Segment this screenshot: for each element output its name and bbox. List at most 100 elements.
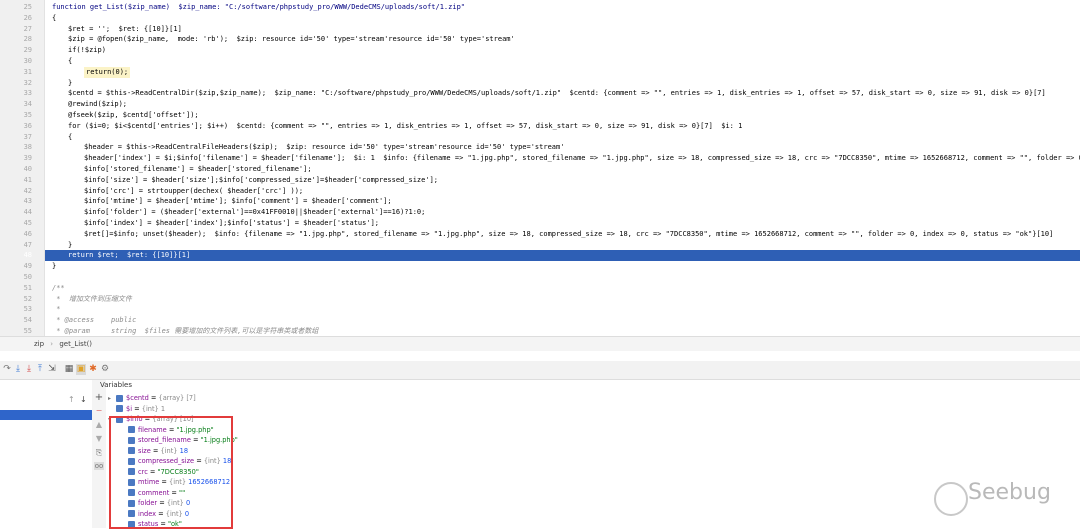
line-number[interactable]: 25 — [0, 2, 32, 13]
code-line[interactable]: { — [68, 56, 72, 67]
line-number[interactable]: 26 — [0, 13, 32, 24]
equals-sign: = — [148, 394, 159, 402]
line-number[interactable]: 51 — [0, 283, 32, 294]
selected-frame[interactable] — [0, 410, 92, 420]
code-line[interactable]: { — [68, 132, 72, 143]
mute-breakpoints-icon[interactable]: ✱ — [88, 364, 98, 375]
line-number[interactable]: 38 — [0, 142, 32, 153]
code-line[interactable]: function get_List($zip_name) $zip_name: … — [52, 2, 465, 13]
code-line[interactable]: $info['folder'] = ($header['external']==… — [84, 207, 425, 218]
code-line[interactable]: $zip = @fopen($zip_name, mode: 'rb'); $z… — [68, 34, 515, 45]
run-to-cursor-icon[interactable]: ⇲ — [47, 364, 57, 375]
code-line[interactable]: $header = $this->ReadCentralFileHeaders(… — [84, 142, 564, 153]
code-line[interactable]: $info['stored_filename'] = $header['stor… — [84, 164, 312, 175]
line-number[interactable]: 45 — [0, 218, 32, 229]
line-number[interactable]: 54 — [0, 315, 32, 326]
line-number[interactable]: 28 — [0, 34, 32, 45]
variables-panel: Variables ▸ $centd = {array} [7] $i = {int… — [100, 380, 1080, 528]
code-line[interactable]: $ret = ''; $ret: {[10]}[1] — [68, 24, 182, 35]
code-line[interactable]: $centd = $this->ReadCentralDir($zip,$zip… — [68, 88, 1046, 99]
line-number[interactable]: 42 — [0, 186, 32, 197]
force-step-into-icon[interactable]: ⤓ — [24, 364, 34, 375]
code-line[interactable]: $info['mtime'] = $header['mtime']; $info… — [84, 196, 392, 207]
variable-type: {array} [7] — [158, 394, 196, 402]
code-line[interactable]: return(0); — [84, 66, 131, 78]
line-number[interactable]: 41 — [0, 175, 32, 186]
variable-row[interactable]: ▸ $centd = {array} [7] — [108, 393, 196, 403]
code-line[interactable]: * — [52, 304, 60, 315]
seebug-logo-icon — [934, 482, 968, 516]
breadcrumb-item-zip[interactable]: zip — [34, 340, 44, 348]
line-number[interactable]: 37 — [0, 132, 32, 143]
move-down-icon[interactable]: ▼ — [94, 434, 104, 443]
code-line[interactable]: $header['index'] = $i;$info['filename'] … — [84, 153, 1080, 164]
line-number[interactable]: 55 — [0, 326, 32, 336]
code-line[interactable]: @rewind($zip); — [68, 99, 127, 110]
code-line[interactable]: for ($i=0; $i<$centd['entries']; $i++) $… — [68, 121, 742, 132]
line-number[interactable]: 32 — [0, 78, 32, 89]
step-over-icon[interactable]: ↷ — [2, 364, 12, 375]
breadcrumb-item-function[interactable]: get_List() — [59, 340, 92, 348]
code-line[interactable]: $info['index'] = $header['index'];$info[… — [84, 218, 379, 229]
evaluate-expression-icon[interactable]: ▦ — [64, 364, 74, 375]
settings-icon[interactable]: ⚙ — [100, 364, 110, 375]
line-number[interactable]: 36 — [0, 121, 32, 132]
line-number[interactable]: 39 — [0, 153, 32, 164]
line-number[interactable]: 33 — [0, 88, 32, 99]
breadcrumb-separator: › — [50, 340, 54, 348]
code-editor[interactable]: 25 26 27 28 29 30 31 32 33 34 35 36 37 38 39 40 41 42 43 44… — [0, 0, 1080, 336]
line-number[interactable]: 31 — [0, 67, 32, 78]
line-number[interactable]: 29 — [0, 45, 32, 56]
code-line[interactable]: /** — [52, 283, 65, 294]
expand-arrow-icon[interactable]: ▸ — [108, 394, 116, 404]
line-number[interactable]: 43 — [0, 196, 32, 207]
line-number[interactable]: 40 — [0, 164, 32, 175]
code-line[interactable]: $ret[]=$info; unset($header); $info: {fi… — [84, 229, 1053, 240]
view-breakpoints-icon[interactable]: ▣ — [76, 364, 86, 375]
move-up-icon[interactable]: ▲ — [94, 420, 104, 429]
code-line[interactable]: $info['size'] = $header['size'];$info['c… — [84, 175, 438, 186]
line-number[interactable]: 34 — [0, 99, 32, 110]
code-line[interactable]: @fseek($zip, $centd['offset']); — [68, 110, 199, 121]
step-out-icon[interactable]: ⤒ — [35, 364, 45, 375]
code-line[interactable]: * @param string $files 需要增加的文件列表,可以是字符串类… — [52, 326, 318, 336]
breadcrumb: zip › get_List() — [0, 336, 1080, 352]
code-line[interactable]: } — [68, 240, 72, 251]
code-line[interactable]: return $ret; $ret: {[10]}[1] — [68, 250, 190, 261]
code-line[interactable]: } — [68, 78, 72, 89]
frame-down-icon[interactable]: ↓ — [80, 395, 87, 404]
line-number[interactable]: 46 — [0, 229, 32, 240]
line-number[interactable]: 50 — [0, 272, 32, 283]
code-line[interactable]: if(!$zip) — [68, 45, 106, 56]
line-number[interactable]: 27 — [0, 24, 32, 35]
line-number-gutter: 25 26 27 28 29 30 31 32 33 34 35 36 37 38 39 40 41 42 43 44… — [0, 0, 45, 336]
variable-name: $centd — [126, 394, 149, 402]
variables-title: Variables — [100, 381, 132, 389]
code-line[interactable]: { — [52, 13, 56, 24]
line-number[interactable]: 49 — [0, 261, 32, 272]
variable-type: {int} 1 — [141, 404, 166, 413]
code-line[interactable]: $info['crc'] = strtoupper(dechex( $heade… — [84, 186, 303, 197]
frame-up-icon[interactable]: ↑ — [68, 395, 75, 404]
variable-row[interactable]: $i = {int} 1 — [108, 404, 165, 414]
add-watch-icon[interactable]: + — [94, 392, 104, 403]
line-number[interactable]: 47 — [0, 240, 32, 251]
code-line[interactable]: } — [52, 261, 56, 272]
field-icon — [116, 394, 123, 402]
code-line[interactable]: * 增加文件到压缩文件 — [52, 294, 132, 305]
line-number[interactable]: 53 — [0, 304, 32, 315]
remove-watch-icon[interactable]: − — [94, 406, 104, 415]
frames-panel: ↑ ↓ — [0, 380, 93, 528]
panel-divider — [0, 351, 1080, 361]
line-number[interactable]: 48 — [0, 250, 32, 261]
show-watches-icon[interactable]: oo — [94, 462, 104, 470]
debug-toolbar: ↷ ⤓ ⤓ ⤒ ⇲ ▦ ▣ ✱ ⚙ — [0, 361, 1080, 380]
step-into-icon[interactable]: ⤓ — [13, 364, 23, 375]
line-number[interactable]: 30 — [0, 56, 32, 67]
line-number[interactable]: 44 — [0, 207, 32, 218]
copy-icon[interactable]: ⎘ — [94, 448, 104, 458]
variables-side-toolbar: + − ▲ ▼ ⎘ oo — [92, 380, 107, 528]
line-number[interactable]: 52 — [0, 294, 32, 305]
code-line[interactable]: * @access public — [52, 315, 136, 326]
line-number[interactable]: 35 — [0, 110, 32, 121]
